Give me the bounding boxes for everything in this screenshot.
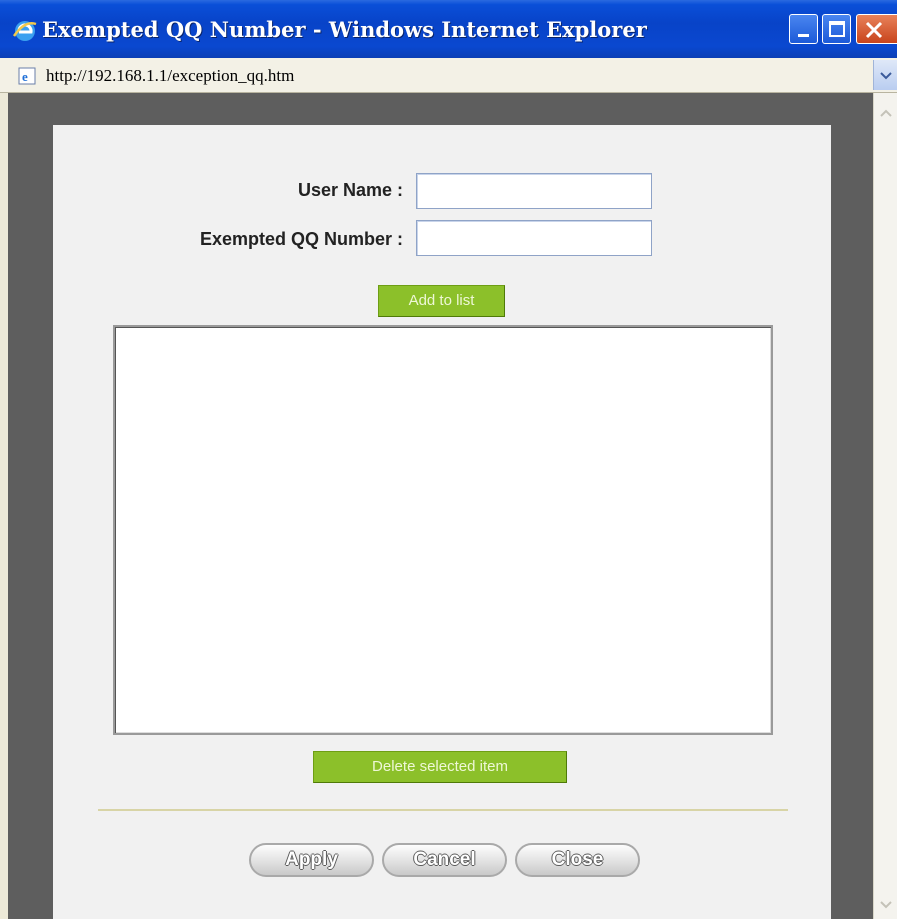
qq-number-label: Exempted QQ Number : bbox=[199, 229, 403, 249]
user-name-label: User Name : bbox=[297, 180, 403, 200]
vertical-scrollbar[interactable] bbox=[873, 93, 897, 919]
ie-page-icon: e bbox=[18, 67, 36, 85]
apply-button[interactable]: Apply bbox=[249, 843, 374, 877]
address-dropdown[interactable] bbox=[873, 60, 897, 90]
user-name-input[interactable] bbox=[416, 173, 652, 209]
exempted-list[interactable] bbox=[113, 325, 773, 735]
page-viewport: User Name : Exempted QQ Number : Add to … bbox=[8, 93, 873, 919]
form-panel: User Name : Exempted QQ Number : Add to … bbox=[53, 125, 831, 919]
internet-explorer-icon bbox=[12, 21, 37, 41]
close-icon bbox=[865, 21, 883, 39]
address-bar: e http://192.168.1.1/exception_qq.htm bbox=[0, 58, 897, 93]
scroll-down-icon[interactable] bbox=[878, 897, 894, 913]
close-window-button[interactable] bbox=[856, 14, 897, 44]
close-button[interactable]: Close bbox=[515, 843, 640, 877]
window-title: Exempted QQ Number - Windows Internet Ex… bbox=[42, 17, 647, 42]
minimize-icon bbox=[798, 34, 809, 37]
maximize-icon bbox=[829, 21, 845, 37]
minimize-button[interactable] bbox=[789, 14, 818, 44]
add-to-list-button[interactable]: Add to list bbox=[378, 285, 505, 317]
qq-number-input[interactable] bbox=[416, 220, 652, 256]
title-bar[interactable]: Exempted QQ Number - Windows Internet Ex… bbox=[0, 0, 897, 58]
url-display: http://192.168.1.1/exception_qq.htm bbox=[46, 66, 295, 85]
scroll-up-icon[interactable] bbox=[878, 105, 894, 121]
chevron-down-icon bbox=[880, 72, 892, 80]
cancel-button[interactable]: Cancel bbox=[382, 843, 507, 877]
maximize-button[interactable] bbox=[822, 14, 851, 44]
svg-text:e: e bbox=[22, 69, 28, 84]
delete-selected-button[interactable]: Delete selected item bbox=[313, 751, 567, 783]
divider bbox=[98, 809, 788, 811]
